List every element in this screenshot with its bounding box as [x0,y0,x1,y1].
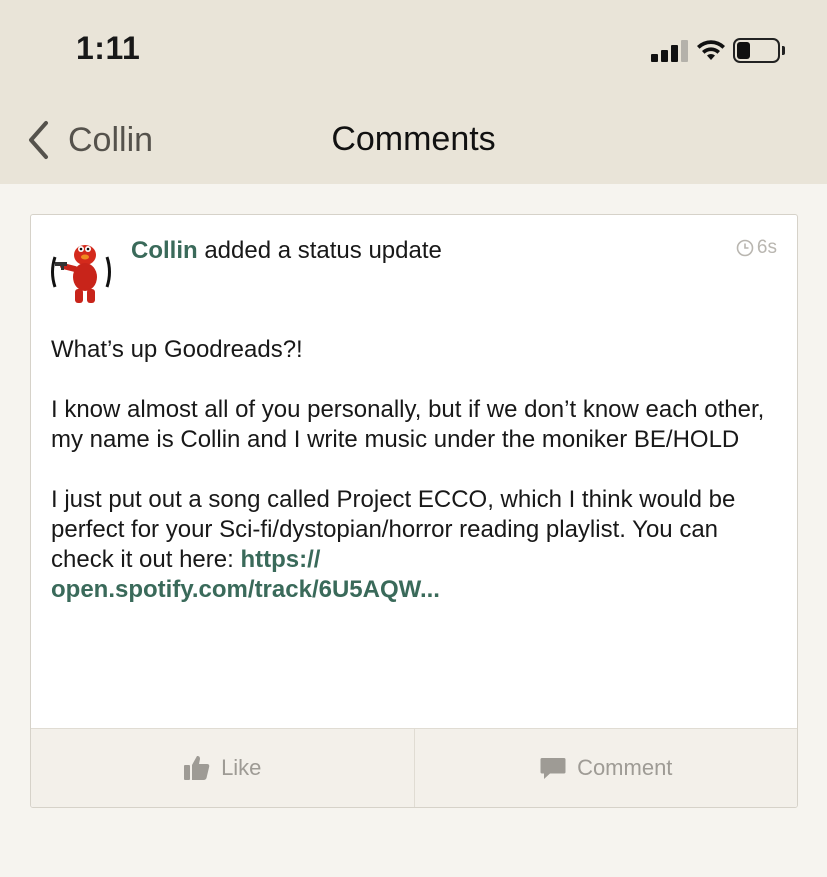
author-link[interactable]: Collin [131,237,198,264]
post-paragraph: I know almost all of you personally, but… [51,396,765,453]
timestamp: 6s [736,237,777,259]
status-update-card: Collin added a status update 6s What’s u… [30,214,798,808]
comment-label: Comment [577,755,673,780]
top-bar: 1:11 Collin Comments [0,0,827,184]
action-bar: Like Comment [31,728,797,807]
thumbs-up-icon [184,755,210,780]
clock-icon [736,239,754,257]
speech-bubble-icon [540,758,566,779]
post-body: What’s up Goodreads?! I know almost all … [51,335,771,635]
post-action-text: added a status update [197,237,442,264]
post-paragraph: I just put out a song called Project ECC… [51,485,771,605]
status-time: 1:11 [76,30,141,66]
page-title: Comments [331,120,496,158]
battery-icon [733,38,785,64]
cellular-signal-icon [651,40,689,62]
avatar[interactable] [49,233,113,311]
comment-button[interactable]: Comment [413,729,798,807]
post-header: Collin added a status update [131,237,442,265]
timestamp-text: 6s [756,237,777,258]
post-paragraph-text: I just put out a song called Project ECC… [51,486,736,573]
like-button[interactable]: Like [31,729,414,807]
like-label: Like [221,755,262,780]
post-paragraph: What’s up Goodreads?! [51,336,303,363]
wifi-icon [697,40,725,60]
